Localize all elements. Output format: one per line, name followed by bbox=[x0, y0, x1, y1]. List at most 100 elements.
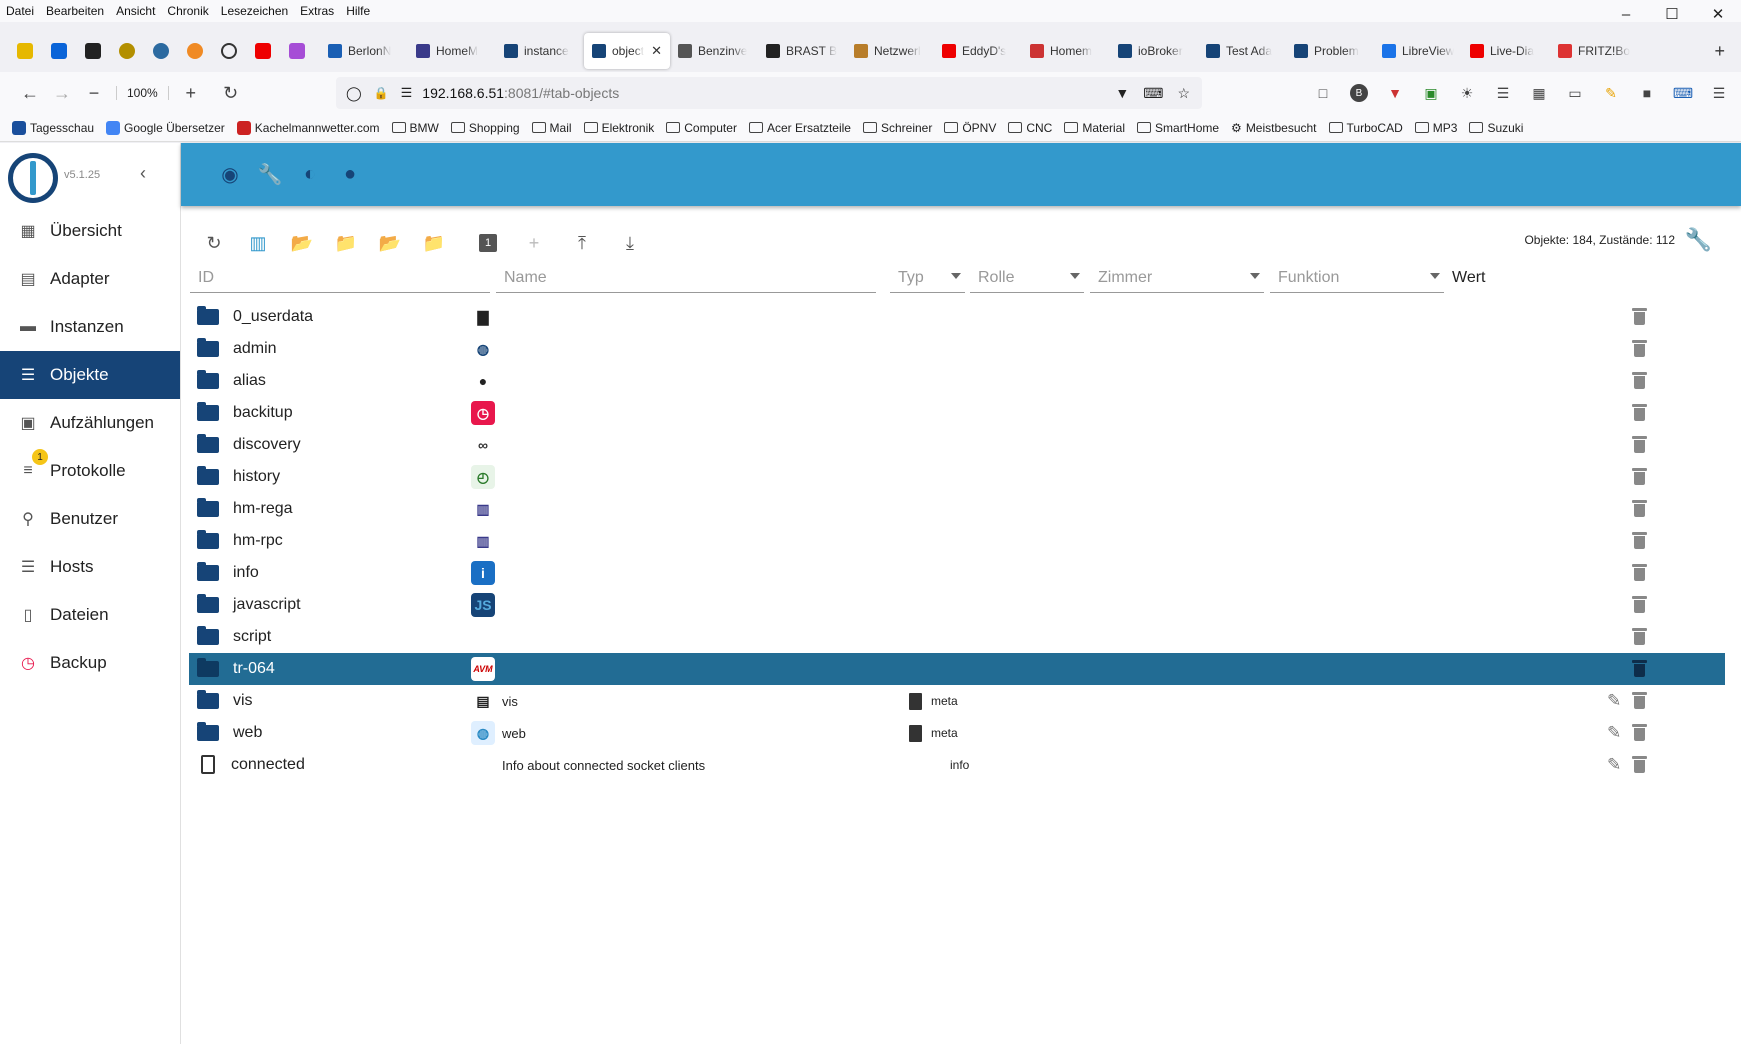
zoom-in-icon[interactable]: + bbox=[175, 77, 207, 109]
pinned-tab[interactable] bbox=[44, 36, 74, 66]
minimize-icon[interactable]: – bbox=[1603, 0, 1649, 28]
bookmark-item[interactable]: MP3 bbox=[1414, 121, 1457, 135]
url-bar[interactable]: ◯ 🔒 ☰ 192.168.6.51:8081/#tab-objects ▼ ⌨… bbox=[336, 77, 1202, 109]
folder-icon[interactable] bbox=[197, 338, 219, 357]
folder-icon[interactable] bbox=[197, 370, 219, 389]
translate-icon[interactable]: ⌨ bbox=[1143, 85, 1163, 102]
bookmark-item[interactable]: BMW bbox=[391, 121, 439, 135]
sidebar-item-user[interactable]: ⚲ Benutzer bbox=[0, 495, 180, 543]
funktion-filter[interactable]: Funktion bbox=[1270, 263, 1444, 293]
browser-tab[interactable]: EddyD's bbox=[934, 33, 1022, 69]
sidebar-item-enum[interactable]: ▣ Aufzählungen bbox=[0, 399, 180, 447]
pinned-tab[interactable] bbox=[180, 36, 210, 66]
folder-icon[interactable] bbox=[197, 626, 219, 645]
tree-row[interactable]: connected Info about connected socket cli… bbox=[189, 749, 1725, 781]
sidebar-item-files[interactable]: ▯ Dateien bbox=[0, 591, 180, 639]
browser-tab[interactable]: object ✕ bbox=[584, 33, 670, 69]
pen-icon[interactable]: ✎ bbox=[1598, 80, 1624, 106]
close-icon[interactable]: ✕ bbox=[1695, 0, 1741, 28]
bookmark-item[interactable]: Tagesschau bbox=[12, 120, 94, 135]
tree-row[interactable]: admin ◍ bbox=[189, 333, 1725, 365]
tree-row[interactable]: backitup ◷ bbox=[189, 397, 1725, 429]
tree-row[interactable]: history ◴ bbox=[189, 461, 1725, 493]
browser-tab[interactable]: LibreView bbox=[1374, 33, 1462, 69]
delete-icon[interactable] bbox=[1632, 692, 1647, 709]
browser-tab[interactable]: Test Ada bbox=[1198, 33, 1286, 69]
folder-icon[interactable] bbox=[197, 530, 219, 549]
folder-icon[interactable] bbox=[197, 562, 219, 581]
menu-icon[interactable]: ☰ bbox=[1706, 80, 1732, 106]
reload-icon[interactable]: ↻ bbox=[215, 77, 247, 109]
tree-row[interactable]: info i bbox=[189, 557, 1725, 589]
edit-icon[interactable]: ✎ bbox=[1607, 691, 1621, 711]
sidebar-item-log[interactable]: ≡ Protokolle 1 bbox=[0, 447, 180, 495]
delete-icon[interactable] bbox=[1632, 660, 1647, 677]
bookmark-item[interactable]: Schreiner bbox=[862, 121, 932, 135]
pocket-icon[interactable]: □ bbox=[1310, 80, 1336, 106]
brave-icon[interactable]: B bbox=[1350, 84, 1368, 102]
menu-item[interactable]: Datei bbox=[6, 4, 34, 18]
pinned-tab[interactable] bbox=[214, 36, 244, 66]
pinned-tab[interactable] bbox=[112, 36, 142, 66]
reader-icon[interactable]: ▭ bbox=[1562, 80, 1588, 106]
settings-wrench-icon[interactable]: 🔧 bbox=[1685, 227, 1712, 253]
delete-icon[interactable] bbox=[1632, 724, 1647, 741]
pinned-tab[interactable] bbox=[282, 36, 312, 66]
delete-icon[interactable] bbox=[1632, 756, 1647, 773]
tree-row[interactable]: hm-rpc ▥ bbox=[189, 525, 1725, 557]
tree-row[interactable]: vis ▤ vis meta ✎ bbox=[189, 685, 1725, 717]
piano-icon[interactable]: ☰ bbox=[1490, 80, 1516, 106]
sidebar-item-hosts[interactable]: ☰ Hosts bbox=[0, 543, 180, 591]
sidebar-item-grid[interactable]: ▦ Übersicht bbox=[0, 207, 180, 255]
browser-tab[interactable]: BRAST B bbox=[758, 33, 846, 69]
expand-level-icon[interactable]: 1 bbox=[474, 229, 502, 257]
folder-icon[interactable] bbox=[197, 402, 219, 421]
pinned-tab[interactable] bbox=[146, 36, 176, 66]
tree-row[interactable]: discovery ∞ bbox=[189, 429, 1725, 461]
bookmark-item[interactable]: Suzuki bbox=[1469, 121, 1523, 135]
id-filter[interactable]: ID bbox=[190, 263, 490, 293]
menu-item[interactable]: Chronik bbox=[167, 4, 208, 18]
expert-mode-icon[interactable]: ● bbox=[337, 161, 363, 187]
menu-item[interactable]: Bearbeiten bbox=[46, 4, 104, 18]
expand-all-icon[interactable]: 📂 bbox=[376, 229, 404, 257]
collapse-all-icon[interactable]: 📁 bbox=[420, 229, 448, 257]
columns-icon[interactable]: ▥ bbox=[244, 229, 272, 257]
rolle-filter[interactable]: Rolle bbox=[970, 263, 1084, 293]
bookmark-item[interactable]: Acer Ersatzteile bbox=[748, 121, 851, 135]
insecure-lock-icon[interactable]: 🔒 bbox=[374, 86, 389, 100]
weather-icon[interactable]: ☀ bbox=[1454, 80, 1480, 106]
vpn-icon[interactable]: ▼ bbox=[1115, 85, 1129, 102]
delete-icon[interactable] bbox=[1632, 628, 1647, 645]
bookmark-item[interactable]: Mail bbox=[531, 121, 572, 135]
browser-tab[interactable]: FRITZ!Bo bbox=[1550, 33, 1638, 69]
menu-item[interactable]: Lesezeichen bbox=[221, 4, 288, 18]
folder-icon[interactable] bbox=[197, 690, 219, 709]
add-icon[interactable]: + bbox=[520, 229, 548, 257]
browser-tab[interactable]: Netzwerl bbox=[846, 33, 934, 69]
tree-row[interactable]: web ◍ web meta ✎ bbox=[189, 717, 1725, 749]
zimmer-filter[interactable]: Zimmer bbox=[1090, 263, 1264, 293]
sidebar-item-instances[interactable]: ▬ Instanzen bbox=[0, 303, 180, 351]
menu-item[interactable]: Extras bbox=[300, 4, 334, 18]
folder-icon[interactable] bbox=[197, 594, 219, 613]
tree-row[interactable]: 0_userdata ▇ bbox=[189, 301, 1725, 333]
browser-tab[interactable]: BerlonN bbox=[320, 33, 408, 69]
bookmark-star-icon[interactable]: ☆ bbox=[1177, 85, 1190, 102]
delete-icon[interactable] bbox=[1632, 564, 1647, 581]
back-icon[interactable]: ← bbox=[14, 77, 46, 109]
extension-icon[interactable]: ■ bbox=[1634, 80, 1660, 106]
folder-icon[interactable] bbox=[197, 498, 219, 517]
vivaldi-icon[interactable]: ▼ bbox=[1382, 80, 1408, 106]
bookmark-item[interactable]: Kachelmannwetter.com bbox=[236, 120, 380, 135]
translate-ext-icon[interactable]: ⌨ bbox=[1670, 80, 1696, 106]
theme-icon[interactable]: ◐ bbox=[297, 161, 323, 187]
delete-icon[interactable] bbox=[1632, 308, 1647, 325]
folder-icon[interactable] bbox=[197, 306, 219, 325]
tree-row[interactable]: script bbox=[189, 621, 1725, 653]
tree-row[interactable]: alias ● bbox=[189, 365, 1725, 397]
download-icon[interactable]: ⤓ bbox=[616, 229, 644, 257]
shield-icon[interactable]: ◯ bbox=[346, 85, 362, 102]
new-tab-icon[interactable]: + bbox=[1714, 41, 1725, 62]
pinned-tab[interactable] bbox=[78, 36, 108, 66]
